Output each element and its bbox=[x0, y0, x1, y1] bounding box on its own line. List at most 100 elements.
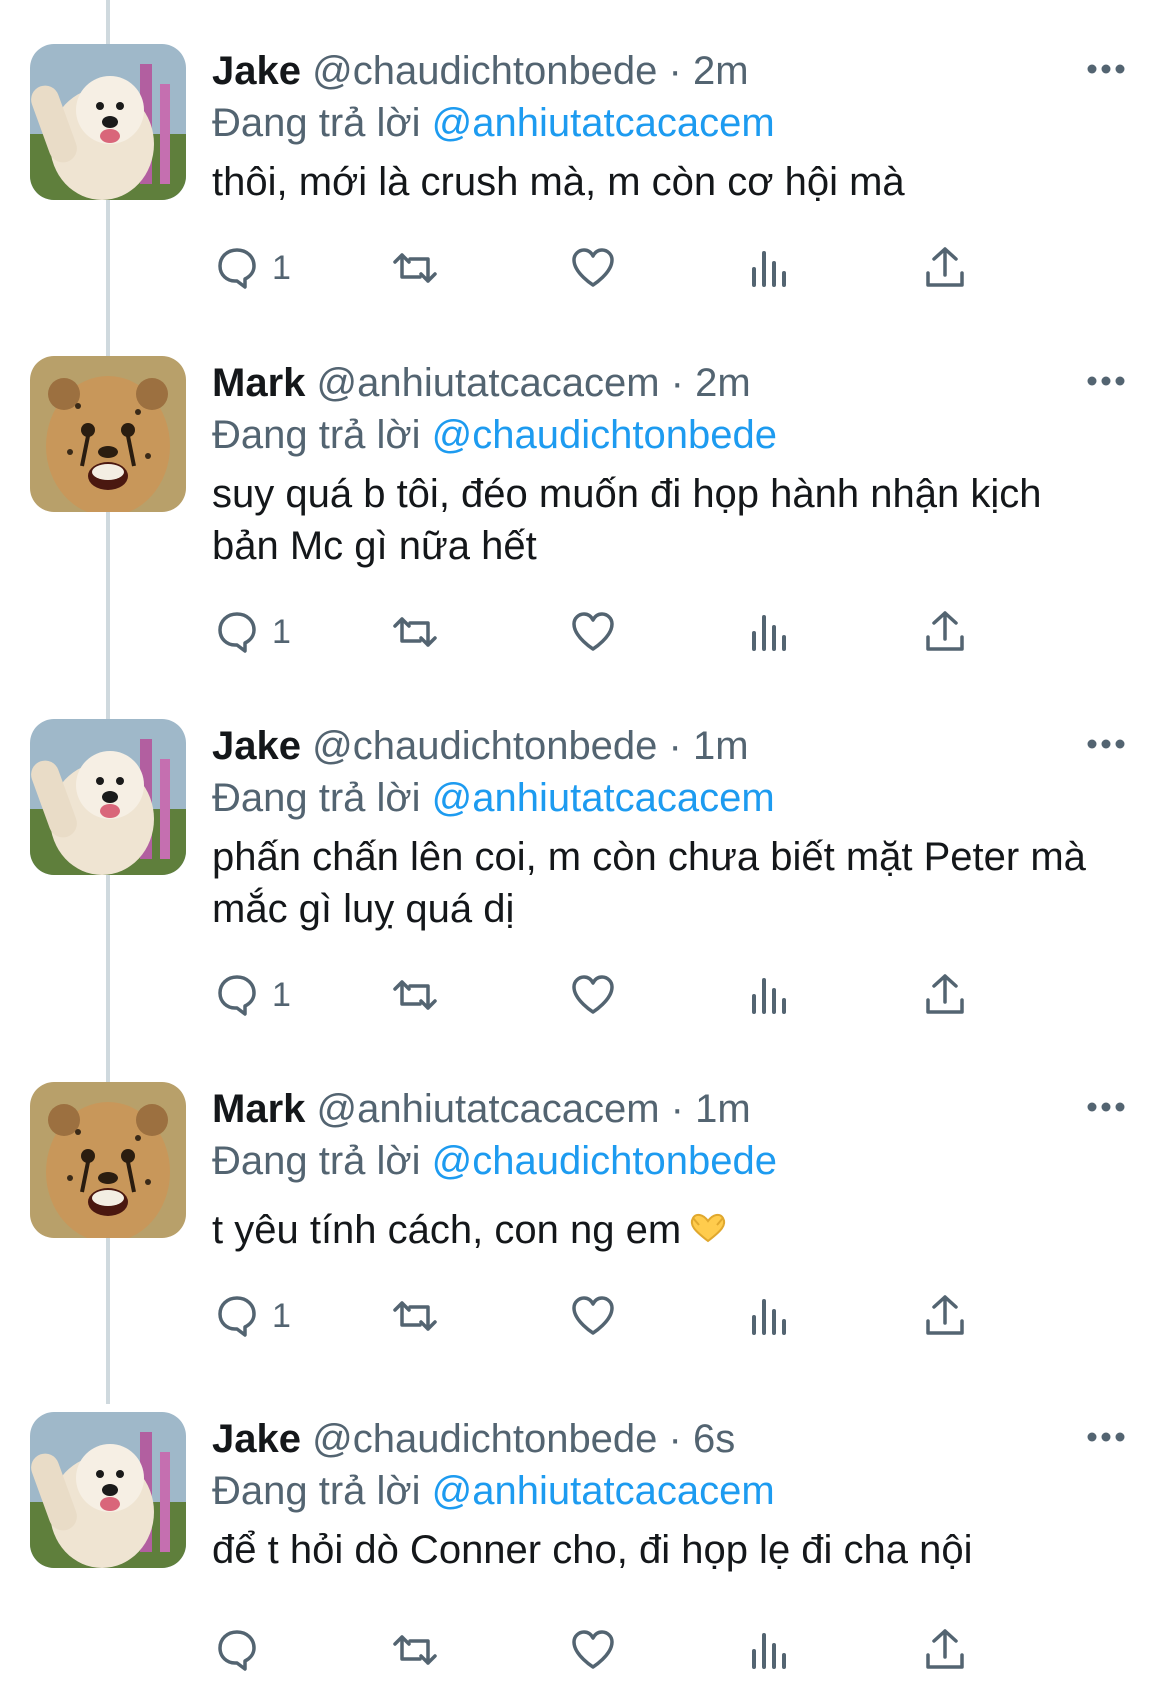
tweet-text-row: t yêu tính cách, con ng em bbox=[212, 1204, 1112, 1258]
timestamp[interactable]: 6s bbox=[693, 1417, 735, 1461]
mention-link[interactable]: @chaudichtonbede bbox=[432, 1139, 777, 1183]
reply-icon bbox=[218, 1630, 256, 1671]
tweet-header: Mark @anhiutatcacacem · 1m bbox=[212, 1082, 751, 1136]
user-handle[interactable]: @chaudichtonbede bbox=[312, 49, 657, 93]
analytics-bars-icon bbox=[752, 1633, 786, 1669]
replying-to-label: Đang trả lời bbox=[212, 776, 421, 820]
display-name[interactable]: Mark bbox=[212, 361, 305, 405]
separator-dot: · bbox=[668, 49, 682, 93]
like-button[interactable] bbox=[568, 602, 618, 662]
reply-count: 1 bbox=[272, 975, 291, 1014]
tweet-text: để t hỏi dò Conner cho, đi họp lẹ đi cha… bbox=[212, 1528, 973, 1572]
retweet-button[interactable] bbox=[390, 238, 440, 298]
retweet-button[interactable] bbox=[390, 1286, 440, 1346]
mention-link[interactable]: @anhiutatcacacem bbox=[432, 101, 775, 145]
reply-count: 1 bbox=[272, 612, 291, 651]
tweet-text: thôi, mới là crush mà, m còn cơ hội mà bbox=[212, 160, 905, 204]
mention-link[interactable]: @chaudichtonbede bbox=[432, 413, 777, 457]
more-options-icon[interactable] bbox=[1084, 54, 1128, 84]
analytics-button[interactable] bbox=[744, 602, 794, 662]
more-options-icon[interactable] bbox=[1084, 729, 1128, 759]
retweet-icon bbox=[393, 1301, 437, 1331]
reply-icon bbox=[218, 1296, 256, 1337]
replying-to-label: Đang trả lời bbox=[212, 413, 421, 457]
share-upload-icon bbox=[926, 1295, 964, 1335]
display-name[interactable]: Jake bbox=[212, 1417, 301, 1461]
analytics-button[interactable] bbox=[744, 1620, 794, 1680]
user-handle[interactable]: @anhiutatcacacem bbox=[317, 1087, 660, 1131]
timestamp[interactable]: 1m bbox=[693, 724, 749, 768]
reply-icon bbox=[218, 612, 256, 653]
share-button[interactable] bbox=[920, 965, 970, 1025]
avatar[interactable] bbox=[30, 719, 186, 875]
action-bar: 1 bbox=[212, 238, 1092, 298]
avatar[interactable] bbox=[30, 1412, 186, 1568]
more-options-icon[interactable] bbox=[1084, 1092, 1128, 1122]
replying-to: Đang trả lời @anhiutatcacacem bbox=[212, 771, 775, 825]
avatar[interactable] bbox=[30, 356, 186, 512]
tweet-text: phấn chấn lên coi, m còn chưa biết mặt P… bbox=[212, 835, 1086, 931]
retweet-button[interactable] bbox=[390, 1620, 440, 1680]
replying-to-label: Đang trả lời bbox=[212, 1139, 421, 1183]
retweet-icon bbox=[393, 253, 437, 283]
more-options-icon[interactable] bbox=[1084, 366, 1128, 396]
display-name[interactable]: Mark bbox=[212, 1087, 305, 1131]
reply-button[interactable]: 1 bbox=[212, 965, 291, 1025]
like-button[interactable] bbox=[568, 1620, 618, 1680]
reply-button[interactable]: 1 bbox=[212, 1286, 291, 1346]
action-bar: 1 bbox=[212, 602, 1092, 662]
share-button[interactable] bbox=[920, 1286, 970, 1346]
retweet-button[interactable] bbox=[390, 602, 440, 662]
analytics-bars-icon bbox=[752, 978, 786, 1014]
mention-link[interactable]: @anhiutatcacacem bbox=[432, 776, 775, 820]
like-button[interactable] bbox=[568, 238, 618, 298]
tweet-text: suy quá b tôi, đéo muốn đi họp hành nhận… bbox=[212, 472, 1042, 568]
mention-link[interactable]: @anhiutatcacacem bbox=[432, 1469, 775, 1513]
samoyed-dog-avatar-icon bbox=[30, 1412, 186, 1568]
retweet-icon bbox=[393, 980, 437, 1010]
reply-button[interactable]: 1 bbox=[212, 602, 291, 662]
retweet-button[interactable] bbox=[390, 965, 440, 1025]
cheetah-cub-avatar-icon bbox=[30, 356, 186, 512]
avatar[interactable] bbox=[30, 1082, 186, 1238]
action-bar bbox=[212, 1620, 1092, 1680]
cheetah-cub-avatar-icon bbox=[30, 1082, 186, 1238]
heart-icon bbox=[572, 975, 614, 1014]
analytics-button[interactable] bbox=[744, 965, 794, 1025]
reply-count: 1 bbox=[272, 248, 291, 287]
tweet-header: Jake @chaudichtonbede · 1m bbox=[212, 719, 749, 773]
tweet-header: Mark @anhiutatcacacem · 2m bbox=[212, 356, 751, 410]
display-name[interactable]: Jake bbox=[212, 724, 301, 768]
reply-button[interactable] bbox=[212, 1620, 272, 1680]
retweet-icon bbox=[393, 1635, 437, 1665]
user-handle[interactable]: @anhiutatcacacem bbox=[317, 361, 660, 405]
reply-button[interactable]: 1 bbox=[212, 238, 291, 298]
share-upload-icon bbox=[926, 247, 964, 287]
user-handle[interactable]: @chaudichtonbede bbox=[312, 724, 657, 768]
share-upload-icon bbox=[926, 1629, 964, 1669]
display-name[interactable]: Jake bbox=[212, 49, 301, 93]
share-upload-icon bbox=[926, 974, 964, 1014]
user-handle[interactable]: @chaudichtonbede bbox=[312, 1417, 657, 1461]
analytics-button[interactable] bbox=[744, 238, 794, 298]
samoyed-dog-avatar-icon bbox=[30, 44, 186, 200]
like-button[interactable] bbox=[568, 1286, 618, 1346]
timestamp[interactable]: 2m bbox=[693, 49, 749, 93]
separator-dot: · bbox=[668, 1417, 682, 1461]
action-bar: 1 bbox=[212, 1286, 1092, 1346]
action-bar: 1 bbox=[212, 965, 1092, 1025]
separator-dot: · bbox=[670, 361, 684, 405]
separator-dot: · bbox=[668, 724, 682, 768]
timestamp[interactable]: 2m bbox=[695, 361, 751, 405]
separator-dot: · bbox=[670, 1087, 684, 1131]
avatar[interactable] bbox=[30, 44, 186, 200]
like-button[interactable] bbox=[568, 965, 618, 1025]
share-upload-icon bbox=[926, 611, 964, 651]
more-options-icon[interactable] bbox=[1084, 1422, 1128, 1452]
share-button[interactable] bbox=[920, 238, 970, 298]
share-button[interactable] bbox=[920, 1620, 970, 1680]
analytics-button[interactable] bbox=[744, 1286, 794, 1346]
timestamp[interactable]: 1m bbox=[695, 1087, 751, 1131]
reply-count: 1 bbox=[272, 1296, 291, 1335]
share-button[interactable] bbox=[920, 602, 970, 662]
